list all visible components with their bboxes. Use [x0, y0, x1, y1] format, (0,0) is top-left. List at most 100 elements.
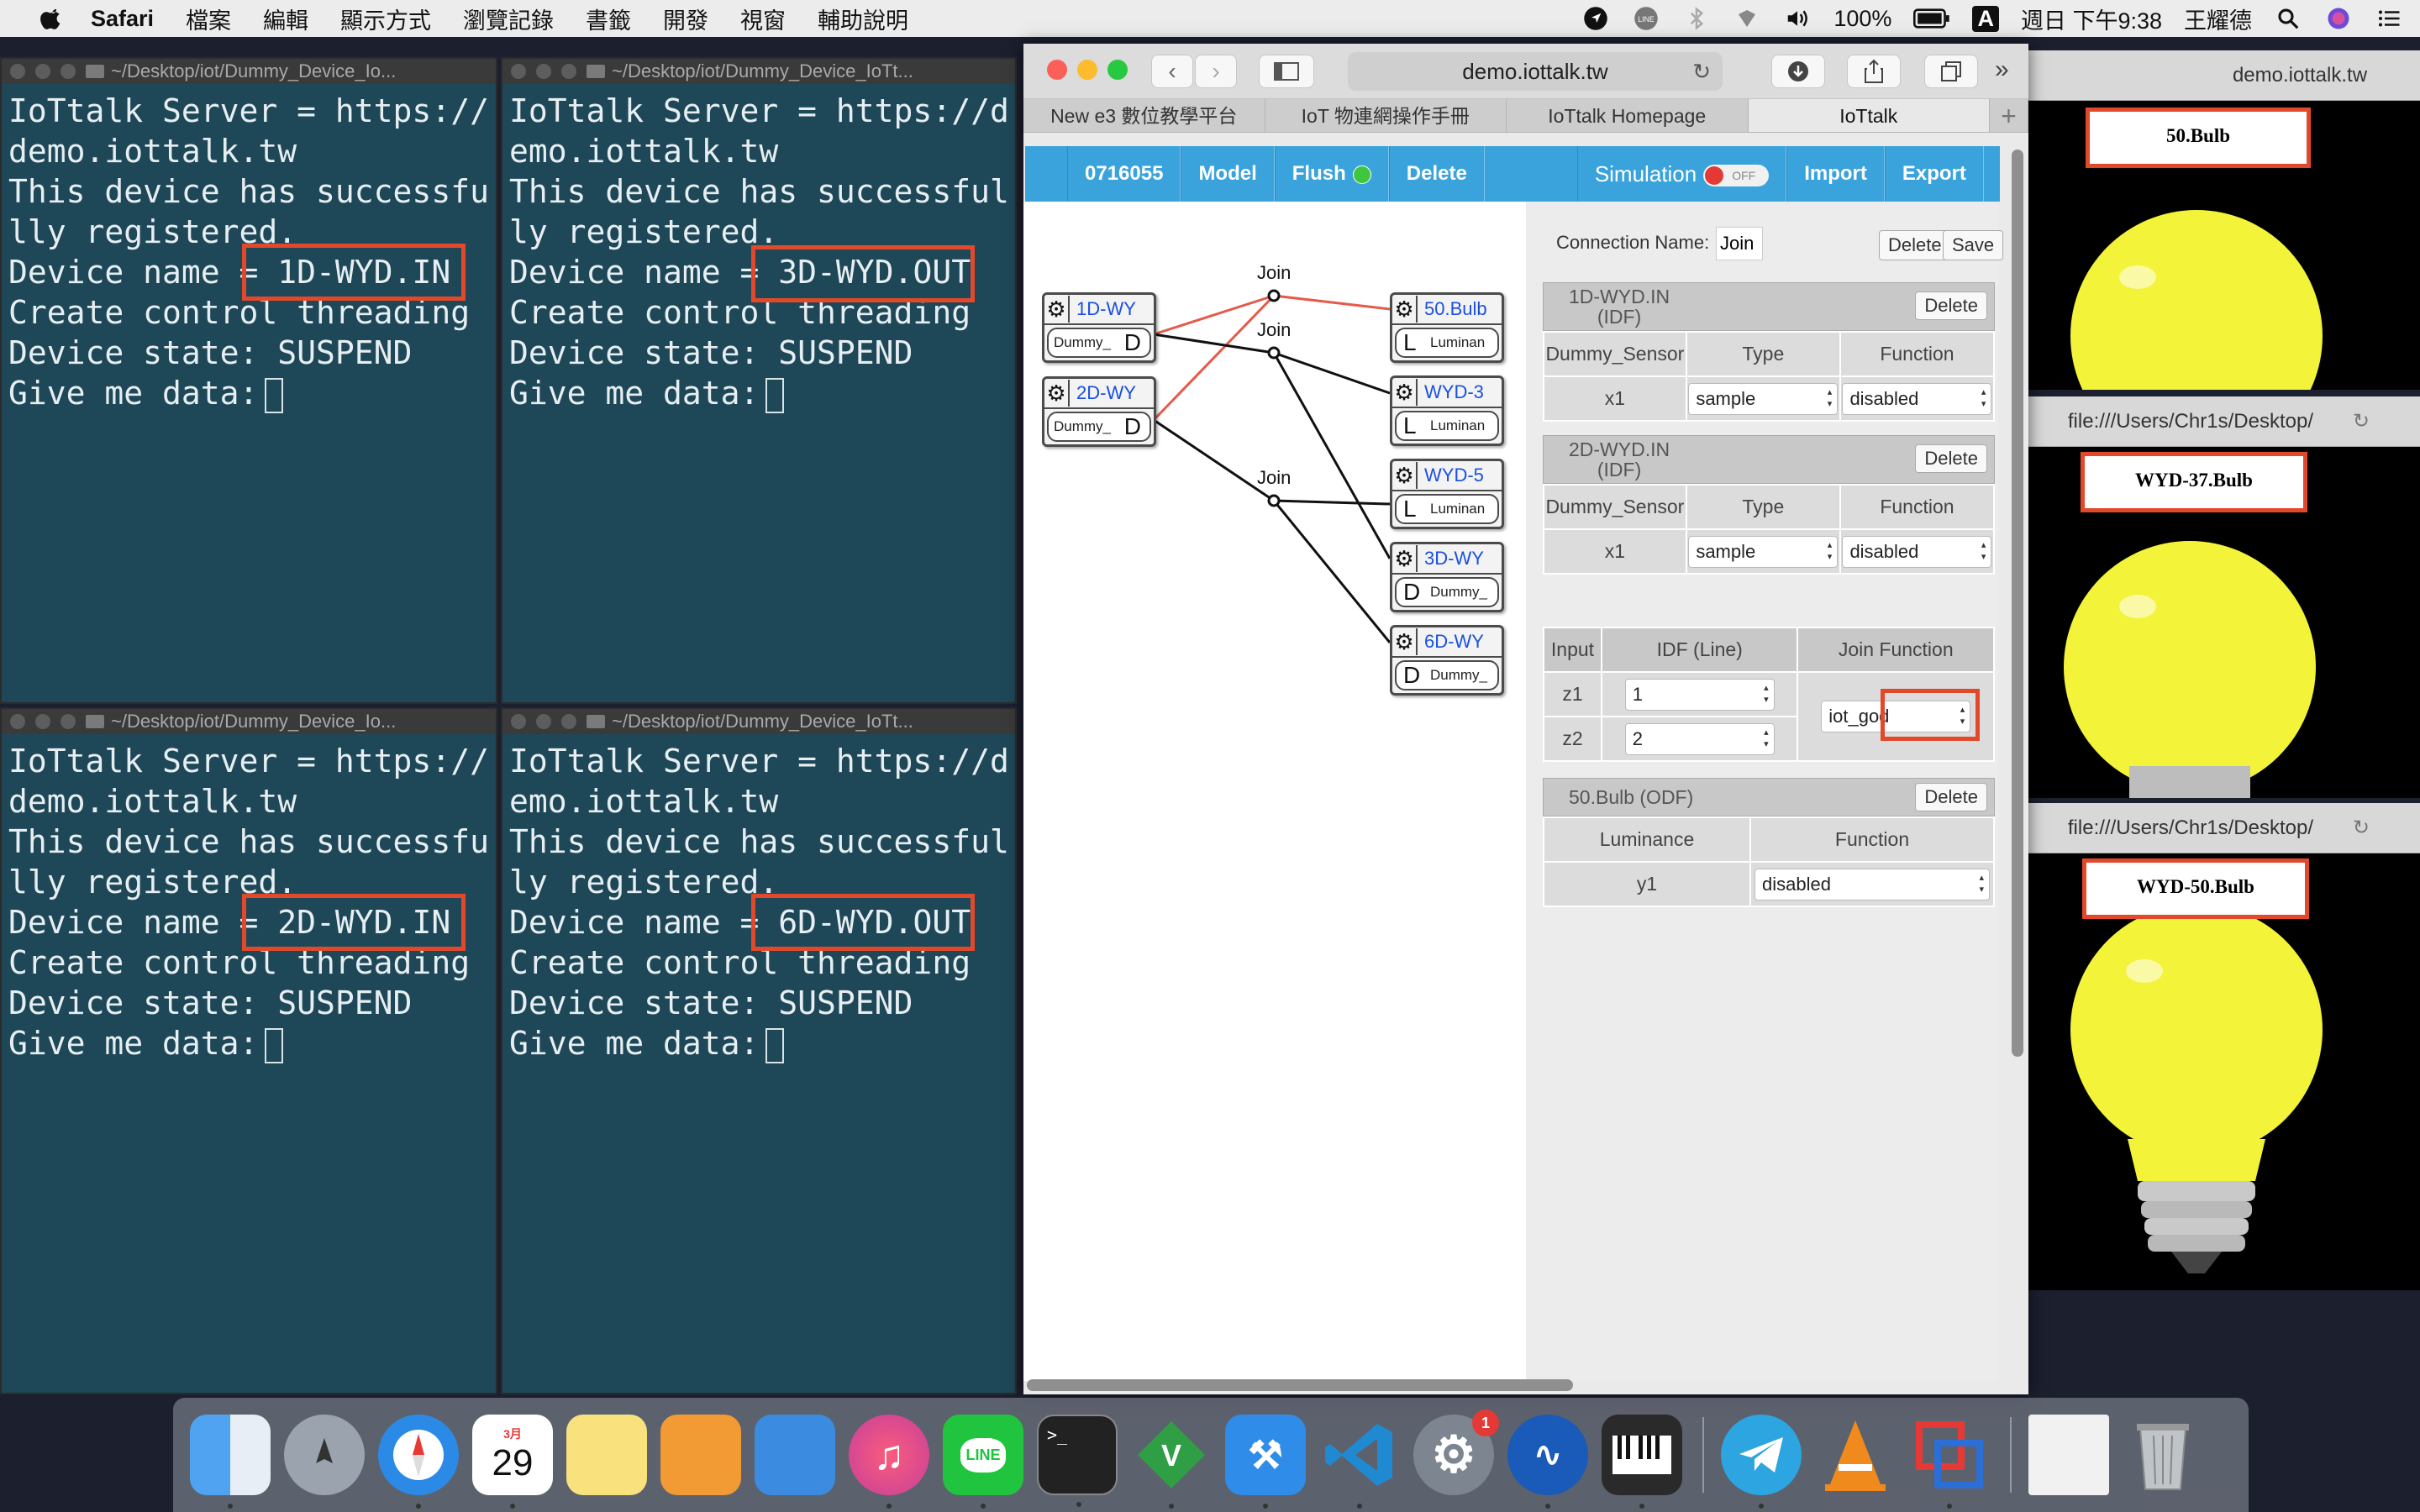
function-select[interactable]: disabled — [1842, 382, 1992, 415]
horizontal-scrollbar[interactable] — [1027, 1379, 1573, 1391]
share-button[interactable] — [1847, 55, 1901, 88]
line-app-icon[interactable]: LINE — [943, 1415, 1023, 1509]
menu-help[interactable]: 輔助說明 — [818, 3, 908, 35]
close-icon[interactable] — [10, 64, 25, 79]
join-node-1[interactable] — [1267, 289, 1281, 302]
close-icon[interactable] — [511, 714, 526, 729]
delete-odf-button[interactable]: Delete — [1915, 783, 1987, 811]
terminal-output[interactable]: IoTtalk Server = https://demo.iottalk.tw… — [502, 734, 1015, 1063]
idf-line-select[interactable]: 2 — [1624, 722, 1775, 755]
documents-stack-icon[interactable] — [2028, 1415, 2109, 1495]
terminal-titlebar[interactable]: ~/Desktop/iot/Dummy_Device_IoTt... — [502, 59, 1015, 84]
parallels-icon[interactable] — [1909, 1415, 1990, 1509]
delete-idf-button[interactable]: Delete — [1915, 291, 1987, 320]
vertical-scrollbar[interactable] — [2012, 150, 2023, 1057]
type-select[interactable]: sample — [1688, 382, 1839, 415]
tab-iottalk-homepage[interactable]: IoTtalk Homepage — [1507, 99, 1749, 132]
vlc-icon[interactable] — [1815, 1415, 1896, 1495]
new-tab-button[interactable]: + — [1990, 99, 2028, 132]
project-button[interactable]: 0716055 — [1067, 146, 1181, 202]
minimize-icon[interactable] — [536, 64, 551, 79]
address-bar[interactable]: demo.iottalk.tw — [2028, 64, 2420, 87]
menu-history[interactable]: 瀏覽記錄 — [463, 3, 554, 35]
function-select[interactable]: disabled — [1754, 868, 1990, 900]
system-preferences-icon[interactable]: ⚙ 1 — [1413, 1410, 1499, 1495]
tab-e3[interactable]: New e3 數位教學平台 — [1023, 99, 1265, 132]
address-bar[interactable]: file:///Users/Chr1s/Desktop/ — [2028, 816, 2353, 840]
join-function-select[interactable]: iot_god — [1821, 701, 1971, 732]
join-node-3[interactable] — [1267, 494, 1281, 507]
minimize-icon[interactable] — [35, 714, 50, 729]
terminal-output[interactable]: IoTtalk Server = https://demo.iottalk.tw… — [2, 84, 496, 413]
terminal-window-1[interactable]: ~/Desktop/iot/Dummy_Device_Io... IoTtalk… — [0, 57, 497, 704]
reload-icon[interactable]: ↻ — [2353, 816, 2370, 840]
browser-toolbar[interactable]: demo.iottalk.tw — [2028, 50, 2420, 101]
finder-icon[interactable] — [190, 1415, 271, 1509]
minimize-icon[interactable] — [1077, 60, 1097, 80]
menu-user[interactable]: 王耀德 — [2184, 3, 2252, 35]
menu-develop[interactable]: 開發 — [663, 3, 708, 35]
terminal-window-3[interactable]: ~/Desktop/iot/Dummy_Device_Io... IoTtalk… — [0, 707, 497, 1394]
menu-bookmarks[interactable]: 書籤 — [586, 3, 631, 35]
vscode-icon[interactable] — [1319, 1415, 1400, 1509]
zoom-icon[interactable] — [561, 64, 576, 79]
close-icon[interactable] — [10, 714, 25, 729]
zoom-icon[interactable] — [60, 64, 76, 79]
menu-view[interactable]: 顯示方式 — [340, 3, 431, 35]
notes-icon[interactable] — [566, 1415, 647, 1495]
trash-icon[interactable] — [2123, 1415, 2203, 1495]
feature-luminance[interactable]: L Luminan — [1395, 411, 1499, 441]
output-device-50-bulb[interactable]: ⚙ 50.Bulb L Luminan — [1390, 292, 1504, 363]
menu-window[interactable]: 視窗 — [740, 3, 786, 35]
reload-icon[interactable]: ↻ — [2353, 409, 2370, 433]
safari-icon[interactable] — [378, 1415, 459, 1509]
more-chevron-icon[interactable]: » — [1995, 55, 2009, 84]
delete-project-button[interactable]: Delete — [1388, 146, 1485, 202]
close-icon[interactable] — [1047, 60, 1067, 80]
safari-window[interactable]: ‹ › demo.iottalk.tw ↻ » New e3 數位教學平台 IoT… — [1023, 44, 2028, 1394]
simulation-control[interactable]: Simulation OFF — [1576, 146, 1787, 202]
gear-icon[interactable]: ⚙ — [1392, 296, 1418, 323]
tab-iottalk[interactable]: IoTtalk — [1748, 99, 1990, 132]
terminal-window-2[interactable]: ~/Desktop/iot/Dummy_Device_IoTt... IoTta… — [501, 57, 1017, 704]
menu-file[interactable]: 檔案 — [186, 3, 231, 35]
browser-toolbar[interactable]: file:///Users/Chr1s/Desktop/↻ — [2028, 396, 2420, 447]
join-label-2[interactable]: Join — [1257, 319, 1291, 341]
simulation-toggle[interactable]: OFF — [1703, 165, 1770, 187]
gear-icon[interactable]: ⚙ — [1392, 379, 1418, 406]
keynote-icon[interactable] — [755, 1415, 835, 1495]
gear-icon[interactable]: ⚙ — [1044, 296, 1070, 323]
back-button[interactable]: ‹ — [1151, 55, 1193, 88]
delete-idf-button[interactable]: Delete — [1915, 444, 1987, 473]
zoom-icon[interactable] — [561, 714, 576, 729]
save-connection-button[interactable]: Save — [1943, 230, 2004, 260]
feature-luminance[interactable]: L Luminan — [1395, 328, 1499, 358]
gear-icon[interactable]: ⚙ — [1392, 462, 1418, 489]
calendar-icon[interactable]: 3月 29 — [472, 1415, 553, 1509]
forward-button[interactable]: › — [1195, 55, 1237, 88]
telegram-icon[interactable] — [1721, 1415, 1802, 1509]
gear-icon[interactable]: ⚙ — [1392, 628, 1418, 655]
piano-icon[interactable] — [1602, 1415, 1682, 1509]
notification-center-icon[interactable] — [2375, 6, 2403, 31]
tab-iot-manual[interactable]: IoT 物連網操作手冊 — [1265, 99, 1507, 132]
flush-button[interactable]: Flush — [1274, 146, 1389, 202]
menu-app-name[interactable]: Safari — [91, 6, 154, 32]
terminal-titlebar[interactable]: ~/Desktop/iot/Dummy_Device_Io... — [2, 59, 496, 84]
feature-dummy-sensor[interactable]: Dummy_ D — [1047, 328, 1151, 358]
input-device-2d[interactable]: ⚙ 2D-WY Dummy_ D — [1042, 376, 1156, 447]
minimize-icon[interactable] — [536, 714, 551, 729]
feature-dummy-control[interactable]: D Dummy_ — [1395, 577, 1499, 607]
sound-control-icon[interactable]: ∿ — [1507, 1415, 1588, 1509]
pages-icon[interactable] — [660, 1415, 741, 1495]
input-source[interactable]: A — [1972, 5, 1999, 32]
close-icon[interactable] — [511, 64, 526, 79]
apple-menu-icon[interactable] — [34, 6, 71, 31]
vim-icon[interactable]: V — [1131, 1415, 1212, 1509]
output-device-wyd5[interactable]: ⚙ WYD-5 L Luminan — [1390, 459, 1504, 529]
output-device-3d[interactable]: ⚙ 3D-WY D Dummy_ — [1390, 542, 1504, 612]
zoom-icon[interactable] — [60, 714, 76, 729]
delete-connection-button[interactable]: Delete — [1879, 230, 1951, 260]
terminal-titlebar[interactable]: ~/Desktop/iot/Dummy_Device_IoTt... — [502, 709, 1015, 734]
connection-name-input[interactable]: Join — [1716, 227, 1763, 260]
